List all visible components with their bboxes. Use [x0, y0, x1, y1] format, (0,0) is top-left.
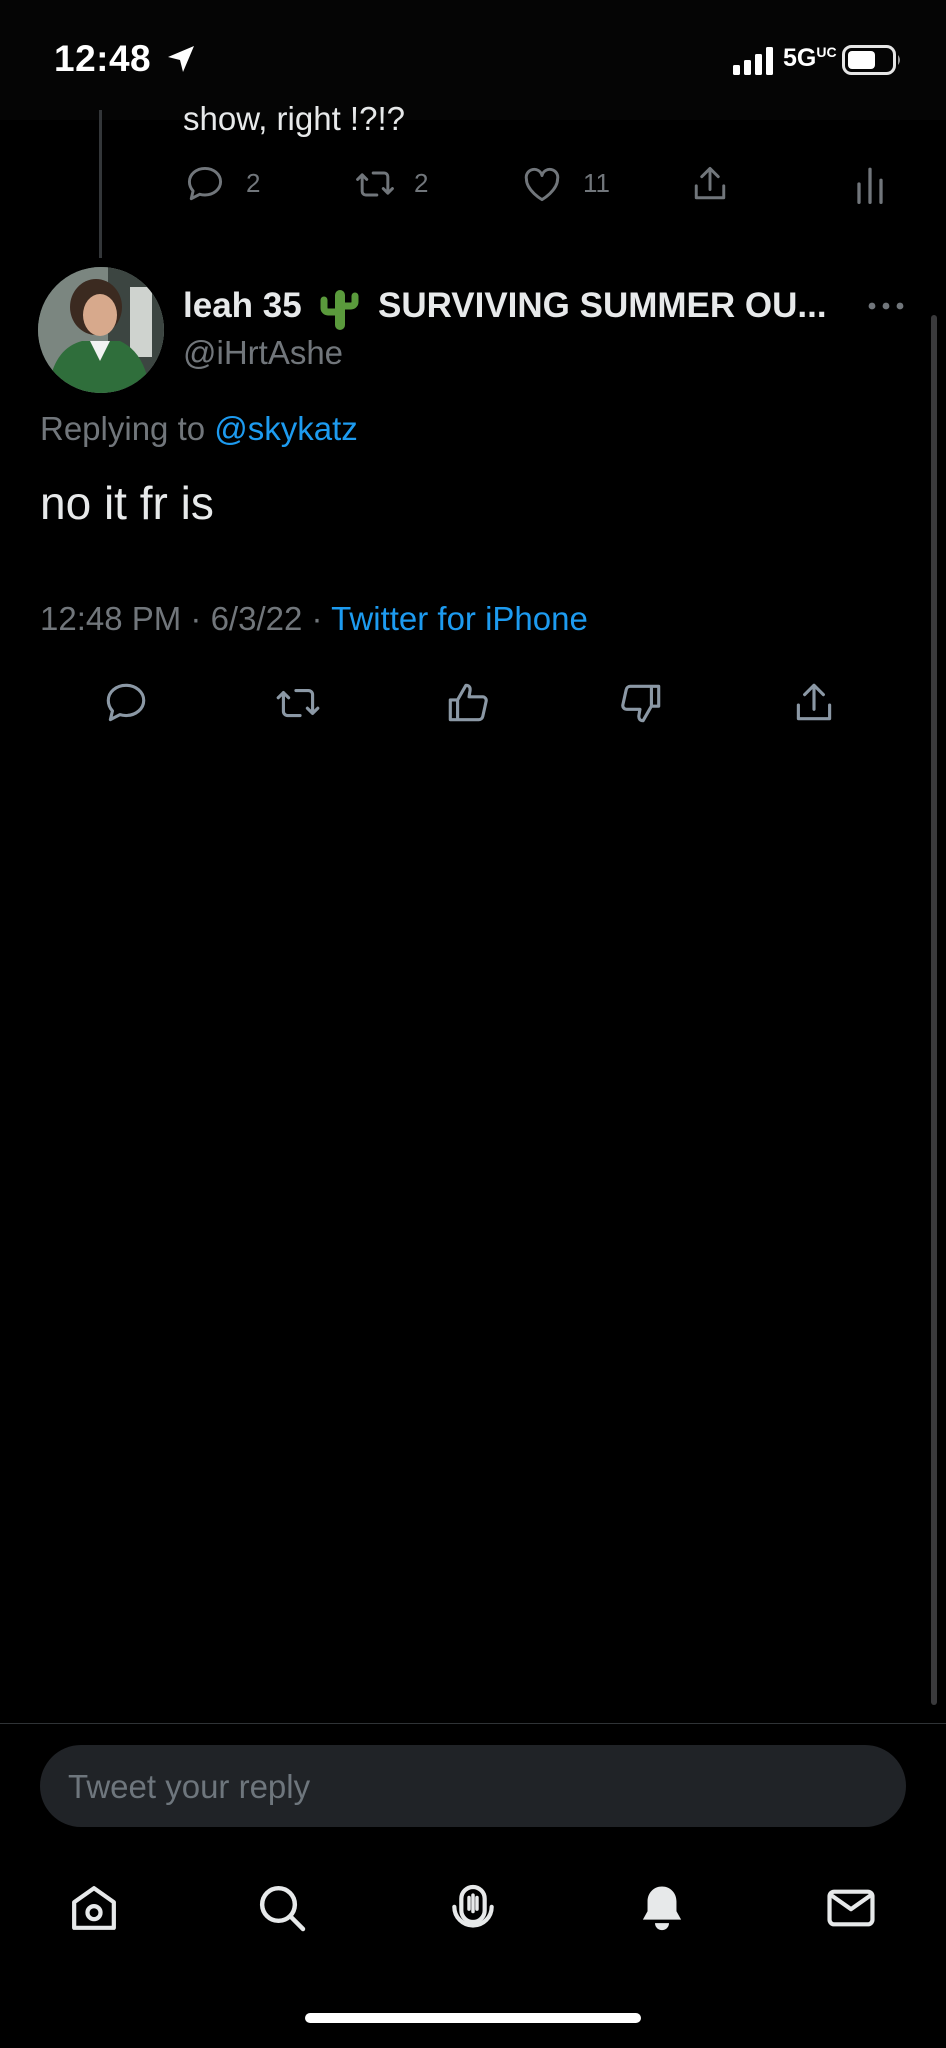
tweet-text: no it fr is: [40, 477, 214, 529]
like-icon[interactable]: [520, 162, 564, 206]
retweet-action-icon[interactable]: [272, 678, 324, 728]
battery-icon: [842, 45, 902, 75]
network-type-label: 5GUC: [783, 44, 837, 72]
home-indicator[interactable]: [305, 2013, 641, 2023]
thumbs-down-icon[interactable]: [616, 678, 666, 728]
messages-icon[interactable]: [823, 1880, 879, 1936]
location-arrow-icon: [166, 44, 196, 74]
reply-icon[interactable]: [183, 162, 227, 206]
thumbs-up-icon[interactable]: [443, 678, 493, 728]
scrollbar[interactable]: [931, 315, 937, 1705]
spaces-icon[interactable]: [445, 1880, 501, 1936]
home-icon[interactable]: [66, 1880, 122, 1936]
cactus-icon: [318, 286, 362, 332]
search-icon[interactable]: [254, 1880, 310, 1936]
tweet-timestamp: 12:48 PM · 6/3/22 ·: [40, 600, 323, 637]
share-icon[interactable]: [688, 162, 732, 206]
share-action-icon[interactable]: [789, 678, 839, 728]
analytics-icon[interactable]: [852, 162, 888, 206]
reply-action-icon[interactable]: [101, 678, 151, 728]
avatar[interactable]: [38, 267, 164, 393]
replying-prefix: Replying to: [40, 410, 206, 447]
replying-to: Replying to @skykatz: [40, 410, 358, 448]
reply-count: 2: [246, 168, 261, 198]
tweet-source-link[interactable]: Twitter for iPhone: [331, 600, 588, 637]
status-time: 12:48: [54, 38, 152, 79]
notifications-icon[interactable]: [634, 1880, 690, 1936]
cellular-signal-icon: [733, 47, 777, 75]
previous-tweet-text: show, right !?!?: [183, 100, 405, 137]
reply-input-placeholder: Tweet your reply: [68, 1768, 311, 1805]
display-name-suffix[interactable]: SURVIVING SUMMER OU...: [378, 286, 827, 326]
divider: [0, 1723, 946, 1724]
like-count: 11: [583, 168, 610, 198]
display-name[interactable]: leah 35: [183, 286, 302, 326]
replying-handle-link[interactable]: @skykatz: [214, 410, 358, 447]
retweet-count: 2: [414, 168, 429, 198]
retweet-icon[interactable]: [352, 162, 398, 206]
thread-line: [99, 110, 102, 258]
user-handle[interactable]: @iHrtAshe: [183, 334, 343, 372]
tweet-meta: 12:48 PM · 6/3/22 · Twitter for iPhone: [40, 600, 588, 638]
more-options-icon[interactable]: [866, 298, 906, 314]
